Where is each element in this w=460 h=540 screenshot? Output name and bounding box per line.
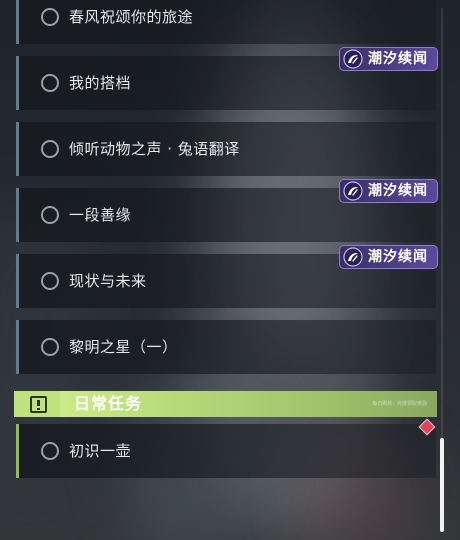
quest-label: 一段善缘	[69, 206, 132, 224]
quest-list: 春风祝颂你的旅途 我的搭档 倾听动物之声 · 兔语翻译 一段善缘 现状与未来 黎…	[0, 0, 438, 540]
incomplete-circle-icon	[41, 338, 59, 356]
quest-item[interactable]: 黎明之星（一）	[16, 320, 436, 374]
quest-item[interactable]: 倾听动物之声 · 兔语翻译	[16, 122, 436, 176]
quest-label: 现状与未来	[69, 272, 147, 290]
incomplete-circle-icon	[41, 442, 59, 460]
scrollbar[interactable]	[440, 8, 444, 532]
tide-swirl-icon	[343, 181, 363, 201]
incomplete-circle-icon	[41, 8, 59, 26]
tide-event-badge: 潮汐续闻	[339, 245, 438, 269]
daily-quests-header[interactable]: 日常任务 每日刷新 · 完成领取奖励	[14, 391, 437, 417]
incomplete-circle-icon	[41, 140, 59, 158]
daily-quest-item[interactable]: 初识一壶	[16, 424, 436, 478]
tide-swirl-icon	[343, 247, 363, 267]
section-title: 日常任务	[74, 394, 143, 413]
quest-label: 我的搭档	[69, 74, 132, 92]
tide-event-badge: 潮汐续闻	[339, 179, 438, 203]
alert-square-icon	[14, 391, 60, 417]
incomplete-circle-icon	[41, 272, 59, 290]
quest-label: 初识一壶	[69, 442, 132, 460]
tide-swirl-icon	[343, 49, 363, 69]
quest-item[interactable]: 春风祝颂你的旅途	[16, 0, 436, 44]
quest-label: 黎明之星（一）	[69, 338, 178, 356]
incomplete-circle-icon	[41, 74, 59, 92]
section-subtitle: 每日刷新 · 完成领取奖励	[372, 401, 427, 407]
badge-label: 潮汐续闻	[368, 51, 428, 67]
scrollbar-thumb[interactable]	[440, 438, 444, 532]
incomplete-circle-icon	[41, 206, 59, 224]
quest-label: 倾听动物之声 · 兔语翻译	[69, 140, 240, 158]
quest-label: 春风祝颂你的旅途	[69, 8, 194, 26]
badge-label: 潮汐续闻	[368, 183, 428, 199]
badge-label: 潮汐续闻	[368, 249, 428, 265]
tide-event-badge: 潮汐续闻	[339, 47, 438, 71]
